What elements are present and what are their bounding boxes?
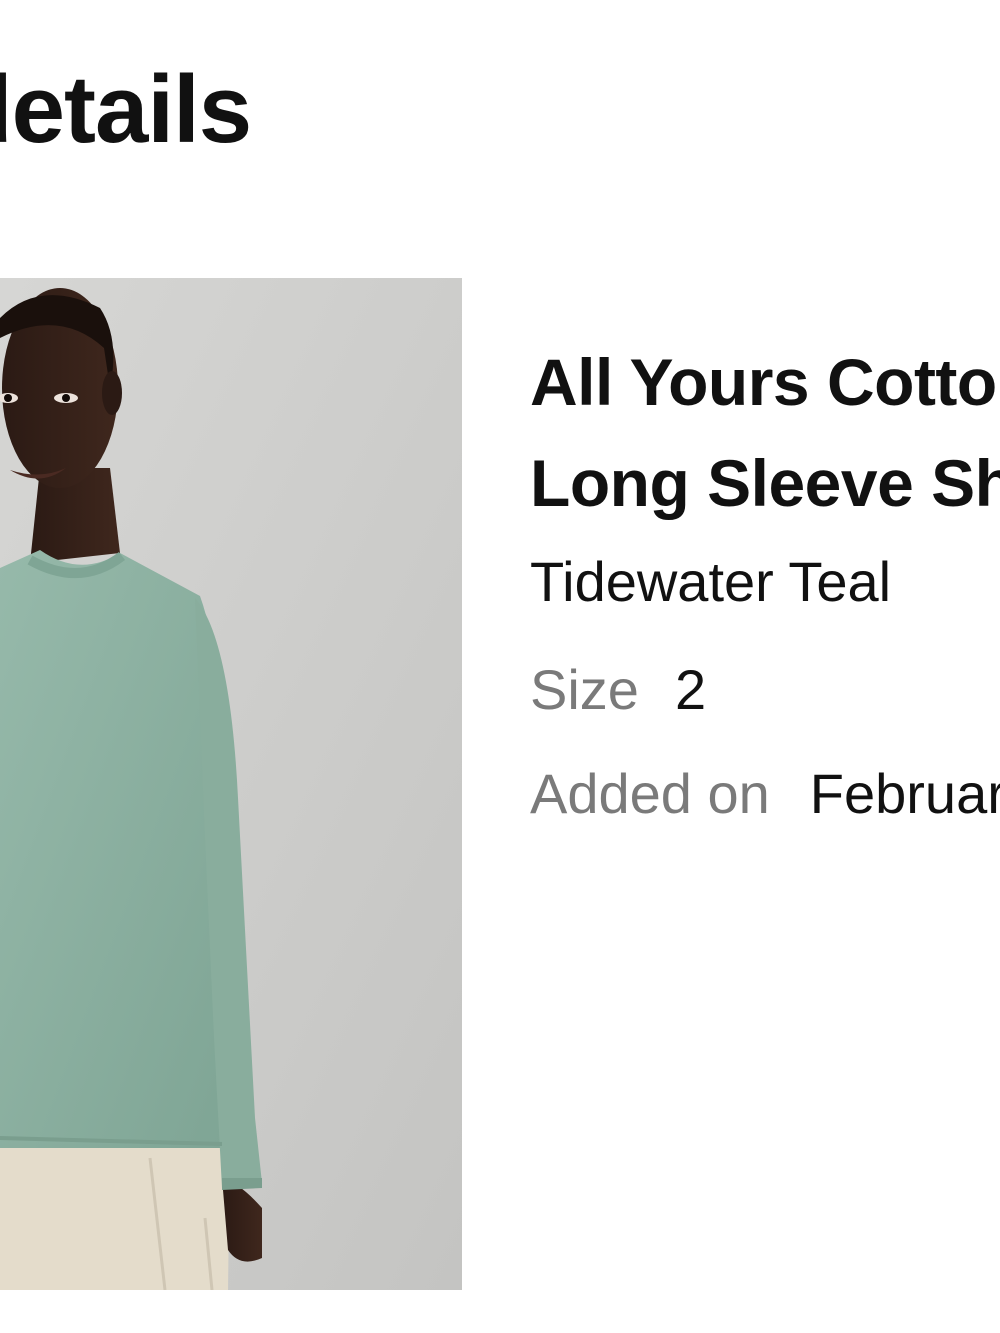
- size-label: Size: [530, 658, 639, 721]
- product-photo: [0, 278, 462, 1290]
- size-row: Size 2: [530, 662, 1000, 718]
- product-name-line-2: Long Sleeve Shirt: [530, 446, 1000, 520]
- product-name[interactable]: All Yours Cotton Long Sleeve Shirt: [530, 332, 1000, 534]
- product-image[interactable]: [0, 278, 462, 1290]
- page-title: details: [0, 56, 252, 163]
- product-name-line-1: All Yours Cotton: [530, 345, 1000, 419]
- added-on-value: February: [809, 762, 1000, 825]
- size-value: 2: [674, 658, 707, 721]
- product-details-page: details: [0, 0, 1000, 1333]
- product-info: All Yours Cotton Long Sleeve Shirt Tidew…: [530, 332, 1000, 822]
- product-color: Tidewater Teal: [530, 550, 892, 613]
- added-on-label: Added on: [530, 762, 770, 825]
- added-on-row: Added on February: [530, 766, 1000, 822]
